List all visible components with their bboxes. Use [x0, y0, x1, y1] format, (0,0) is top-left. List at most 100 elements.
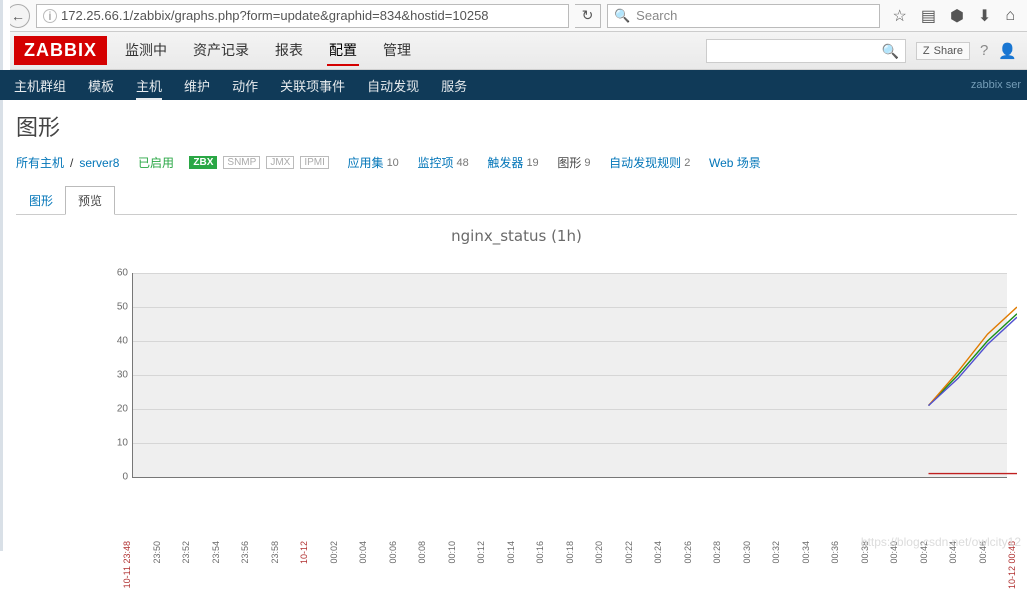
global-search-input[interactable]: 🔍	[706, 39, 906, 63]
xtick: 23:52	[181, 541, 191, 564]
triggers-count: 19	[526, 157, 538, 169]
submenu-actions[interactable]: 动作	[232, 76, 258, 95]
xtick: 00:16	[535, 541, 545, 564]
chart-x-axis: 10-11 23:4823:5023:5223:5423:5623:5810-1…	[132, 481, 1007, 541]
badge-ipmi: IPMI	[300, 156, 329, 169]
series-handled	[929, 307, 1018, 406]
graphs-count: 9	[584, 157, 590, 169]
user-icon[interactable]: 👤	[998, 42, 1017, 60]
menu-admin[interactable]: 管理	[381, 36, 413, 66]
xtick: 00:10	[447, 541, 457, 564]
ytick: 30	[117, 370, 128, 381]
help-icon[interactable]: ?	[980, 42, 988, 59]
submenu-maintenance[interactable]: 维护	[184, 76, 210, 95]
browser-toolbar: ← i 172.25.66.1/zabbix/graphs.php?form=u…	[0, 0, 1027, 32]
share-label: Share	[934, 45, 963, 57]
xtick: 00:20	[594, 541, 604, 564]
browser-search-bar[interactable]: 🔍 Search	[607, 4, 881, 28]
pocket-icon[interactable]: ▤	[921, 6, 936, 26]
xtick: 10-12	[299, 541, 309, 564]
watermark: https://blog.csdn.net/owlcity12	[861, 535, 1021, 549]
shield-icon[interactable]: ⬢	[950, 6, 964, 26]
ytick: 40	[117, 336, 128, 347]
crumb-triggers[interactable]: 触发器	[487, 154, 523, 171]
xtick: 00:26	[683, 541, 693, 564]
xtick: 00:32	[771, 541, 781, 564]
xtick: 23:58	[270, 541, 280, 564]
menu-configuration[interactable]: 配置	[327, 36, 359, 66]
xtick: 00:22	[624, 541, 634, 564]
url-bar[interactable]: i 172.25.66.1/zabbix/graphs.php?form=upd…	[36, 4, 569, 28]
browser-refresh-button[interactable]: ↻	[575, 4, 601, 28]
crumb-discovery[interactable]: 自动发现规则	[609, 154, 681, 171]
apps-count: 10	[387, 157, 399, 169]
crumb-enabled: 已启用	[138, 154, 174, 171]
xtick: 00:36	[830, 541, 840, 564]
menu-inventory[interactable]: 资产记录	[191, 36, 251, 66]
xtick: 00:04	[358, 541, 368, 564]
series-accepts	[929, 314, 1018, 406]
tabs: 图形 预览	[16, 185, 1017, 214]
share-button[interactable]: Z Share	[916, 42, 970, 60]
xtick: 00:34	[801, 541, 811, 564]
badge-zbx: ZBX	[189, 156, 217, 169]
main-menu: ZABBIX 监测中 资产记录 报表 配置 管理 🔍 Z Share ? 👤	[0, 32, 1027, 70]
chart-x-axis-line	[132, 477, 1007, 478]
menu-monitoring[interactable]: 监测中	[123, 36, 169, 66]
share-icon: Z	[923, 45, 930, 57]
submenu-services[interactable]: 服务	[441, 76, 467, 95]
site-info-icon[interactable]: i	[43, 9, 57, 23]
crumb-all-hosts[interactable]: 所有主机	[16, 154, 64, 171]
xtick: 00:14	[506, 541, 516, 564]
xtick: 23:54	[211, 541, 221, 564]
tab-preview[interactable]: 预览	[65, 186, 115, 215]
xtick: 10-11 23:48	[122, 541, 132, 588]
crumb-graphs: 图形	[557, 154, 581, 171]
xtick: 00:02	[329, 541, 339, 564]
crumb-web[interactable]: Web 场景	[709, 154, 761, 171]
discovery-count: 2	[684, 157, 690, 169]
items-count: 48	[457, 157, 469, 169]
sub-menu: 主机群组 模板 主机 维护 动作 关联项事件 自动发现 服务 zabbix se…	[0, 70, 1027, 100]
chart-y-axis: 0102030405060	[110, 273, 130, 477]
chart-title: nginx_status (1h)	[16, 227, 1017, 245]
xtick: 00:28	[712, 541, 722, 564]
crumb-host[interactable]: server8	[79, 156, 119, 170]
crumb-sep: /	[70, 156, 73, 170]
xtick: 00:18	[565, 541, 575, 564]
ytick: 0	[122, 472, 128, 483]
downloads-icon[interactable]: ⬇	[978, 6, 991, 26]
badge-snmp: SNMP	[223, 156, 260, 169]
xtick: 00:24	[653, 541, 663, 564]
xtick: 00:30	[742, 541, 752, 564]
global-search-icon[interactable]: 🔍	[881, 43, 898, 60]
bookmark-icon[interactable]: ☆	[892, 6, 906, 26]
submenu-brand-right: zabbix ser	[971, 79, 1021, 91]
menu-reports[interactable]: 报表	[273, 36, 305, 66]
submenu-discovery[interactable]: 自动发现	[367, 76, 419, 95]
xtick: 23:50	[152, 541, 162, 564]
xtick: 23:56	[240, 541, 250, 564]
breadcrumb: 所有主机 / server8 已启用 ZBX SNMP JMX IPMI 应用集…	[16, 154, 1017, 171]
ytick: 50	[117, 302, 128, 313]
xtick: 00:06	[388, 541, 398, 564]
home-icon[interactable]: ⌂	[1005, 7, 1015, 25]
chart-preview: nginx_status (1h) 0 10 20 30 40 50 60 10-11 23…	[16, 227, 1017, 547]
tab-graph[interactable]: 图形	[16, 186, 66, 215]
submenu-hosts[interactable]: 主机	[136, 76, 162, 95]
crumb-items[interactable]: 监控项	[417, 154, 453, 171]
submenu-hostgroups[interactable]: 主机群组	[14, 76, 66, 95]
url-text: 172.25.66.1/zabbix/graphs.php?form=updat…	[61, 8, 489, 23]
badge-jmx: JMX	[266, 156, 294, 169]
search-icon: 🔍	[614, 8, 630, 24]
ytick: 10	[117, 438, 128, 449]
ytick: 20	[117, 404, 128, 415]
xtick: 00:12	[476, 541, 486, 564]
chart-data-lines	[132, 273, 1017, 477]
submenu-templates[interactable]: 模板	[88, 76, 114, 95]
crumb-apps[interactable]: 应用集	[348, 154, 384, 171]
zabbix-logo[interactable]: ZABBIX	[14, 36, 107, 65]
ytick: 60	[117, 268, 128, 279]
submenu-correlation[interactable]: 关联项事件	[280, 76, 345, 95]
xtick: 00:08	[417, 541, 427, 564]
